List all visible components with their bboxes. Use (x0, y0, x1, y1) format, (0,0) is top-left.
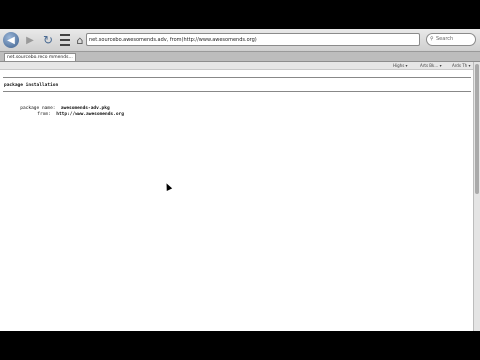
tab-bar: net.sourcebo.reco mmends... (0, 52, 480, 62)
search-icon: ⚲ (430, 36, 434, 42)
home-icon: ⌂ (76, 33, 84, 47)
package-from-value: http://www.awesomends.org (56, 112, 124, 117)
page-title: package installation (4, 83, 59, 88)
back-button[interactable]: ◀ (3, 32, 19, 48)
vertical-scrollbar[interactable] (473, 62, 480, 331)
forward-button[interactable]: ▶ (22, 32, 38, 48)
title-divider (3, 91, 471, 92)
menu-icon (60, 34, 70, 46)
package-from-label: from: (37, 112, 51, 117)
scrollbar-thumb[interactable] (475, 64, 479, 194)
bookmarks-bar: Highs ▾ Arts Bk… ▾ Ards Th ▾ (0, 62, 474, 70)
search-input[interactable]: ⚲ Search (426, 33, 476, 46)
url-bar[interactable]: net.sourcebo.awesomends.adv, from(http:/… (86, 33, 420, 46)
tab-active[interactable]: net.sourcebo.reco mmends... (4, 53, 76, 61)
bookmark-item-1[interactable]: Highs ▾ (393, 62, 408, 69)
reload-button[interactable]: ↻ (40, 32, 56, 48)
navigation-toolbar: ◀ ▶ ↻ ⌂ net.sourcebo.awesomends.adv, fro… (0, 29, 480, 52)
reload-icon: ↻ (42, 33, 54, 47)
bookmark-item-3[interactable]: Ards Th ▾ (452, 62, 470, 69)
package-from-row: from: http://www.awesomends.org (4, 107, 124, 122)
browser-window: ◀ ▶ ↻ ⌂ net.sourcebo.awesomends.adv, fro… (0, 29, 480, 331)
forward-arrow-icon: ▶ (26, 34, 34, 46)
top-divider (3, 77, 471, 78)
tab-title: net.sourcebo.reco mmends... (7, 55, 73, 60)
page-content: Highs ▾ Arts Bk… ▾ Ards Th ▾ package ins… (0, 62, 474, 331)
menu-button[interactable] (57, 32, 73, 48)
back-arrow-icon: ◀ (7, 34, 15, 46)
search-placeholder: Search (436, 36, 454, 42)
bookmark-item-2[interactable]: Arts Bk… ▾ (420, 62, 442, 69)
